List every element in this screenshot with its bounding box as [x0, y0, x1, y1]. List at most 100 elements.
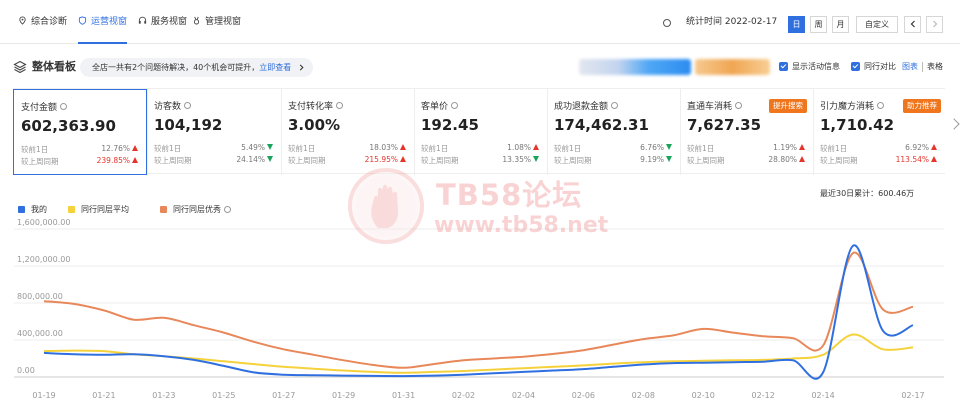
- arrow-up-icon: [533, 144, 539, 150]
- prev-date-button[interactable]: [904, 16, 921, 33]
- x-tick-label: 01-27: [272, 391, 295, 400]
- metric-card-ztc-spend[interactable]: 直通车消耗 提升搜索 7,627.35 较前1日 1.19% 较上周同期 28.…: [680, 89, 813, 175]
- help-icon[interactable]: [451, 102, 459, 109]
- notice-banner[interactable]: 全店一共有2个问题待解决，40个机会可提升，立即查看: [80, 58, 313, 77]
- peer-compare-checkbox[interactable]: [851, 62, 860, 71]
- cards-next-arrow-icon[interactable]: [948, 118, 960, 130]
- peer-compare-label: 同行对比: [864, 62, 896, 71]
- metric-compare-pct: 1.08%: [507, 143, 539, 152]
- y-tick-label: 800,000.00: [17, 292, 63, 301]
- notice-link[interactable]: 立即查看: [259, 63, 291, 72]
- show-activity-checkbox[interactable]: [779, 62, 788, 71]
- board-header: 整体看板 全店一共有2个问题待解决，40个机会可提升，立即查看 显示活动信息 同…: [0, 52, 960, 82]
- x-tick-label: 01-23: [152, 391, 175, 400]
- help-icon[interactable]: [611, 102, 619, 109]
- metric-card-payment[interactable]: 支付金额 602,363.90 较前1日 12.76% 较上周同期 239.85…: [13, 89, 147, 175]
- y-tick-label: 1,200,000.00: [17, 255, 70, 264]
- metric-card-visitors[interactable]: 访客数 104,192 较前1日 5.49% 较上周同期 24.14%: [147, 89, 281, 175]
- notice-text: 全店一共有2个问题待解决，40个机会可提升，: [92, 63, 260, 72]
- arrow-up-icon: [132, 157, 138, 163]
- boost-recommend-tag[interactable]: 助力推荐: [903, 99, 941, 113]
- x-tick-label: 02-10: [692, 391, 715, 400]
- period-day-button[interactable]: 日: [788, 16, 805, 33]
- metric-compare-pct: 13.35%: [502, 155, 539, 164]
- metric-compare-pct: 215.95%: [365, 155, 406, 164]
- metric-value: 104,192: [154, 116, 223, 134]
- location-pin-icon: [19, 16, 26, 25]
- tab-management[interactable]: 管理视窗: [192, 0, 241, 44]
- metric-compare-label: 较上周同期: [154, 156, 192, 165]
- x-tick-label: 02-17: [901, 391, 924, 400]
- metric-value: 7,627.35: [687, 116, 762, 134]
- arrow-down-icon: [666, 156, 672, 162]
- tab-operations[interactable]: 运营视窗: [78, 0, 128, 44]
- metric-value: 3.00%: [288, 116, 341, 134]
- metric-card-conversion[interactable]: 支付转化率 3.00% 较前1日 18.03% 较上周同期 215.95%: [281, 89, 414, 175]
- help-icon[interactable]: [877, 102, 885, 109]
- metric-label: 支付转化率: [288, 99, 344, 112]
- metric-compare-label: 较上周同期: [288, 156, 326, 165]
- y-tick-label: 400,000.00: [17, 329, 63, 338]
- divider: [922, 62, 923, 72]
- metric-card-ylmf-spend[interactable]: 引力魔方消耗 助力推荐 1,710.42 较前1日 6.92% 较上周同期 11…: [813, 89, 945, 175]
- metric-compare-pct: 18.03%: [369, 143, 406, 152]
- metric-compare-label: 较上周同期: [21, 157, 59, 166]
- help-icon[interactable]: [735, 102, 743, 109]
- help-icon[interactable]: [184, 102, 192, 109]
- arrow-up-icon: [931, 144, 937, 150]
- arrow-up-icon: [132, 145, 138, 151]
- stat-time: 统计时间 2022-02-17: [686, 17, 778, 27]
- metric-compare-label: 较前1日: [554, 144, 582, 153]
- view-chart-toggle[interactable]: 图表: [902, 52, 918, 82]
- metric-label: 客单价: [421, 99, 459, 112]
- metric-compare-pct: 5.49%: [241, 143, 273, 152]
- metric-compare-pct: 28.80%: [768, 155, 805, 164]
- x-tick-label: 01-19: [32, 391, 55, 400]
- metric-value: 174,462.31: [554, 116, 649, 134]
- x-tick-label: 01-21: [92, 391, 115, 400]
- metric-compare-pct: 239.85%: [97, 156, 138, 165]
- metric-label: 支付金额: [21, 100, 68, 113]
- redacted-block: [695, 59, 770, 75]
- x-tick-label: 02-14: [811, 391, 834, 400]
- legend-swatch: [18, 206, 25, 213]
- help-icon[interactable]: [336, 102, 344, 109]
- arrow-up-icon: [931, 156, 937, 162]
- headset-icon: [138, 16, 147, 24]
- tab-service[interactable]: 服务视窗: [138, 0, 187, 44]
- metric-compare-label: 较上周同期: [687, 156, 725, 165]
- y-tick-label: 1,600,000.00: [17, 218, 70, 227]
- metric-compare-pct: 9.19%: [640, 155, 672, 164]
- metric-card-refund[interactable]: 成功退款金额 174,462.31 较前1日 6.76% 较上周同期 9.19%: [547, 89, 680, 175]
- top-nav: 综合诊断 运营视窗 服务视窗 管理视窗 统计时间 2022-02-17 日 周 …: [0, 0, 960, 44]
- metric-label: 成功退款金额: [554, 99, 619, 112]
- help-icon[interactable]: [60, 103, 68, 110]
- legend-swatch: [68, 206, 75, 213]
- period-week-button[interactable]: 周: [810, 16, 827, 33]
- metric-card-avg-order[interactable]: 客单价 192.45 较前1日 1.08% 较上周同期 13.35%: [414, 89, 547, 175]
- metric-value: 1,710.42: [820, 116, 895, 134]
- metric-label: 引力魔方消耗: [820, 99, 885, 112]
- metric-cards: 支付金额 602,363.90 较前1日 12.76% 较上周同期 239.85…: [13, 88, 945, 175]
- chevron-left-icon: [910, 20, 915, 28]
- help-icon[interactable]: [224, 206, 231, 213]
- metric-compare-pct: 6.92%: [905, 143, 937, 152]
- x-tick-label: 01-25: [212, 391, 235, 400]
- metric-compare-label: 较上周同期: [820, 156, 858, 165]
- x-tick-label: 01-29: [332, 391, 355, 400]
- show-activity-label: 显示活动信息: [792, 62, 840, 71]
- tab-diagnosis[interactable]: 综合诊断: [18, 0, 67, 44]
- watermark-title: TB58论坛: [436, 178, 583, 212]
- metric-value: 602,363.90: [21, 117, 116, 135]
- period-month-button[interactable]: 月: [832, 16, 849, 33]
- clock-icon: [663, 19, 671, 27]
- period-custom-button[interactable]: 自定义: [856, 16, 898, 33]
- boost-search-tag[interactable]: 提升搜索: [769, 99, 807, 113]
- metric-compare-label: 较上周同期: [554, 156, 592, 165]
- metric-compare-pct: 24.14%: [236, 155, 273, 164]
- view-table-toggle[interactable]: 表格: [927, 52, 943, 82]
- next-date-button[interactable]: [926, 16, 943, 33]
- tab-diagnosis-label: 综合诊断: [31, 17, 68, 27]
- metric-compare-label: 较前1日: [154, 144, 182, 153]
- x-tick-label: 02-12: [752, 391, 775, 400]
